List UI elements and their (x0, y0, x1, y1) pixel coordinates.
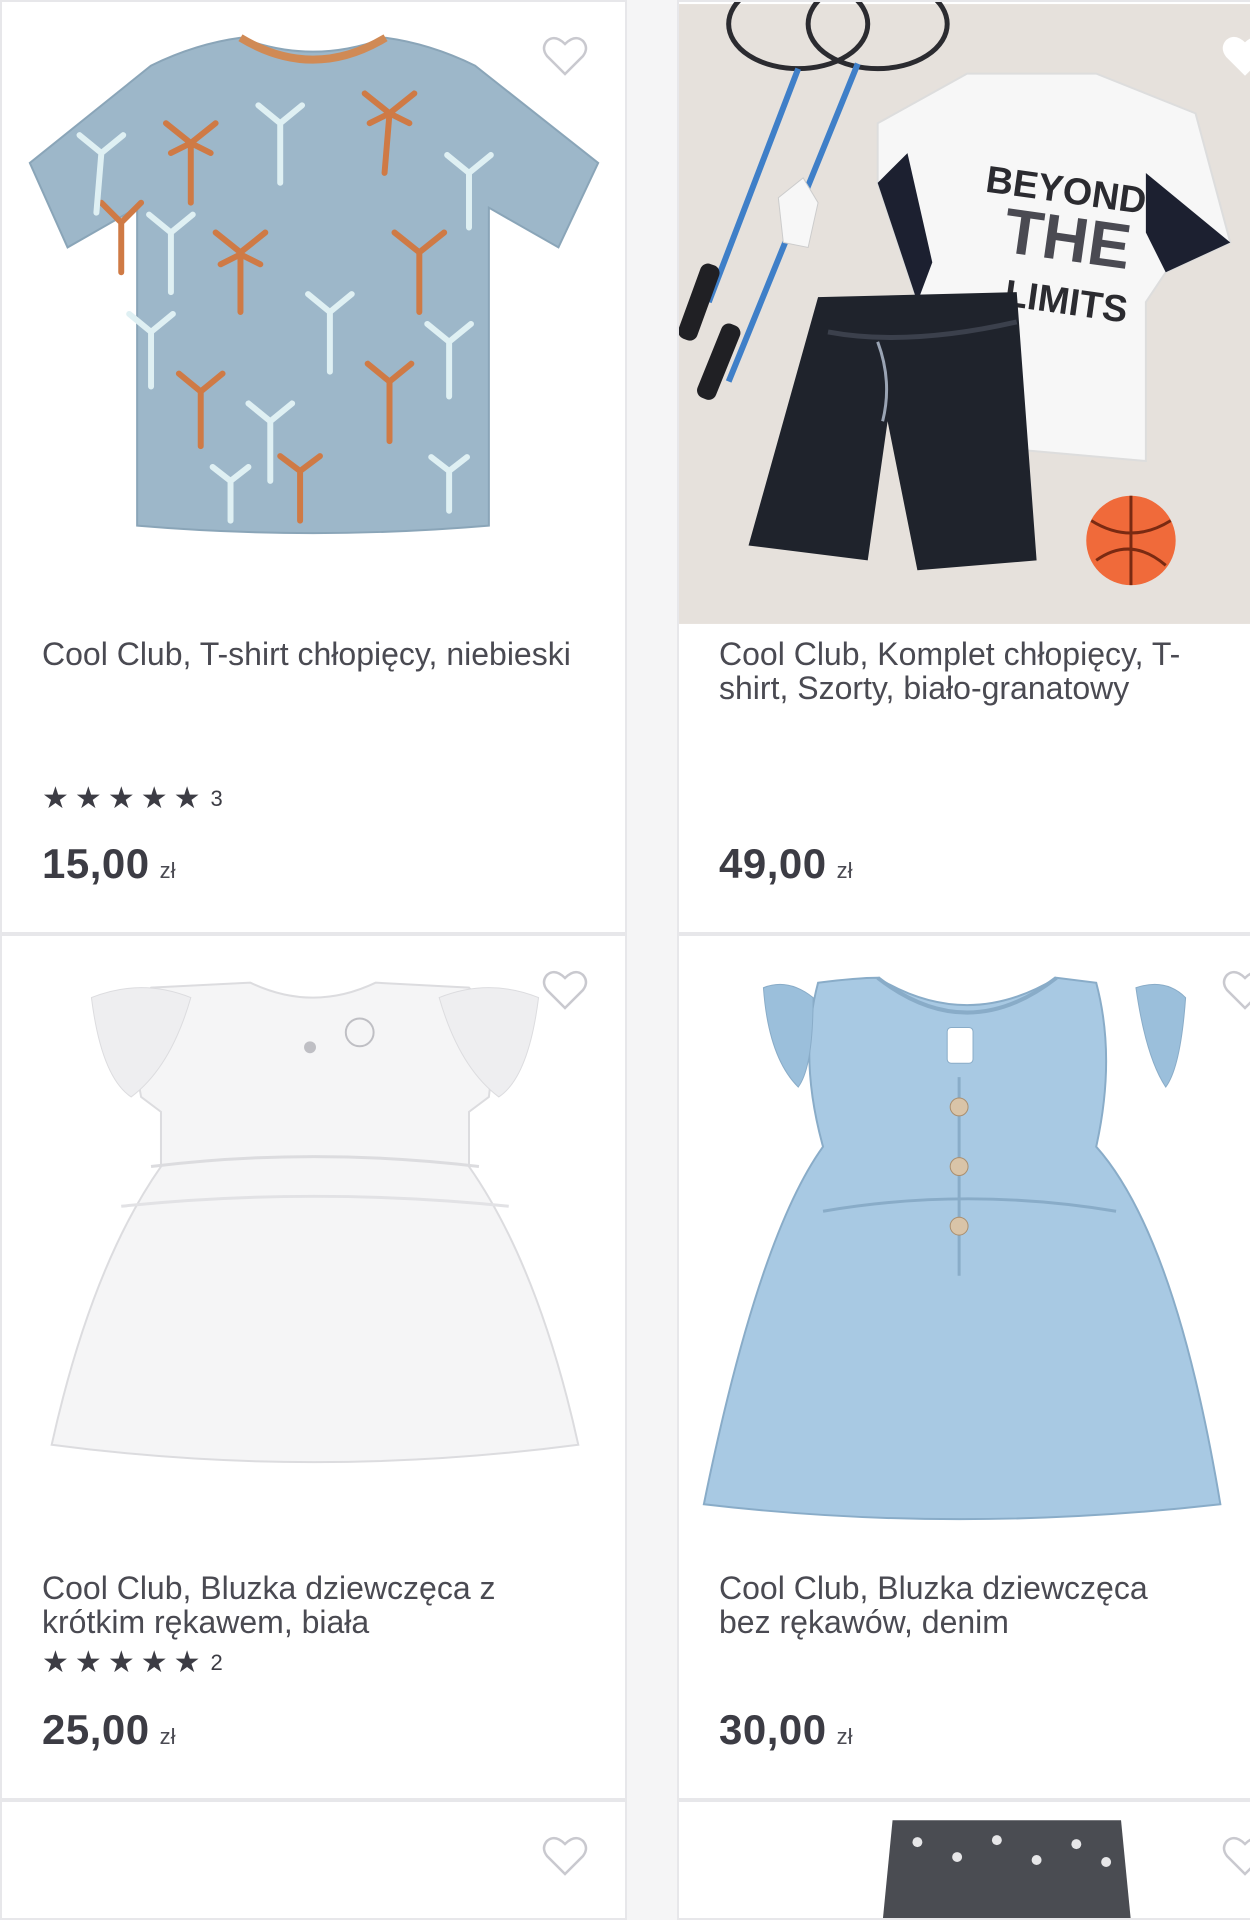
favorite-heart-icon[interactable] (539, 1830, 591, 1882)
favorite-heart-icon[interactable] (539, 30, 591, 82)
price-value: 15,00 (42, 840, 150, 887)
favorite-heart-icon[interactable] (1219, 964, 1250, 1016)
star-icon: ★ (107, 1646, 135, 1679)
product-card[interactable] (677, 1800, 1250, 1920)
favorite-heart-icon[interactable] (1219, 1830, 1250, 1882)
product-card[interactable] (0, 1800, 627, 1920)
price-value: 49,00 (719, 840, 827, 887)
product-price: 25,00 zł (42, 1706, 176, 1754)
star-icon: ★ (173, 1646, 201, 1679)
price-value: 25,00 (42, 1706, 150, 1753)
star-icon: ★ (74, 1646, 102, 1679)
price-currency: zł (159, 1724, 176, 1749)
tshirt-shorts-set-image: BEYOND THE LIMITS (679, 2, 1250, 624)
denim-blouse-image (679, 938, 1250, 1554)
product-price: 15,00 zł (42, 840, 176, 888)
star-icon: ★ (107, 782, 135, 815)
product-image-denim-blouse[interactable] (679, 936, 1250, 1556)
product-title[interactable]: Cool Club, Bluzka dziewczęca z krótkim r… (42, 1571, 595, 1639)
favorite-heart-icon[interactable] (1219, 30, 1250, 82)
price-currency: zł (836, 1724, 853, 1749)
rating-stars: ★ ★ ★ ★ ★ 2 (42, 1648, 223, 1678)
star-icon: ★ (42, 1646, 69, 1679)
star-icon: ★ (173, 782, 201, 815)
product-image-blue-tshirt[interactable] (2, 2, 625, 622)
product-card[interactable]: BEYOND THE LIMITS Cool Club, Komplet chł… (677, 0, 1250, 934)
rating-count: 2 (210, 1650, 223, 1675)
star-icon: ★ (140, 1646, 168, 1679)
price-currency: zł (836, 858, 853, 883)
star-icon: ★ (74, 782, 102, 815)
polka-dot-garment-image (679, 1802, 1250, 1918)
price-currency: zł (159, 858, 176, 883)
product-card[interactable]: Cool Club, T-shirt chłopięcy, niebieski … (0, 0, 627, 934)
product-title[interactable]: Cool Club, Komplet chłopięcy, T-shirt, S… (719, 637, 1205, 705)
product-title[interactable]: Cool Club, T-shirt chłopięcy, niebieski (42, 637, 595, 671)
product-image-white-blouse[interactable] (2, 936, 625, 1556)
blue-palm-tshirt-image (2, 3, 625, 621)
product-title[interactable]: Cool Club, Bluzka dziewczęca bez rękawów… (719, 1571, 1205, 1639)
rating-count: 3 (210, 786, 223, 811)
product-card[interactable]: Cool Club, Bluzka dziewczęca z krótkim r… (0, 934, 627, 1800)
product-image-partial[interactable] (679, 1802, 1250, 1918)
rating-stars: ★ ★ ★ ★ ★ 3 (42, 784, 223, 814)
white-blouse-image (2, 937, 625, 1555)
product-card[interactable]: Cool Club, Bluzka dziewczęca bez rękawów… (677, 934, 1250, 1800)
product-price: 49,00 zł (719, 840, 853, 888)
favorite-heart-icon[interactable] (539, 964, 591, 1016)
star-icon: ★ (42, 782, 69, 815)
star-icon: ★ (140, 782, 168, 815)
price-value: 30,00 (719, 1706, 827, 1753)
product-image-sport-set[interactable]: BEYOND THE LIMITS (679, 2, 1250, 626)
product-price: 30,00 zł (719, 1706, 853, 1754)
